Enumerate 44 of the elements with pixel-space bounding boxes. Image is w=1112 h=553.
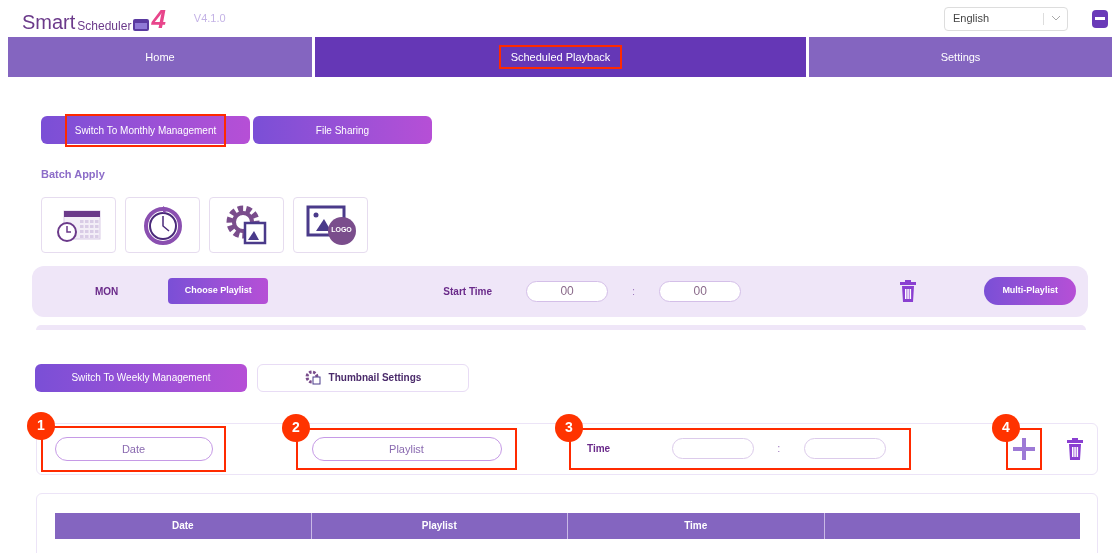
trash-icon[interactable] [1066, 437, 1084, 460]
language-select[interactable]: English [944, 6, 1068, 31]
app-logo: Smart Scheduler 4 [22, 5, 166, 32]
batch-tool-button[interactable] [41, 196, 116, 253]
highlight-frame: Scheduled Playback [498, 44, 623, 70]
day-label: MON [95, 284, 119, 299]
start-time-label: Start Time [443, 284, 493, 299]
gear-picture-icon [225, 204, 268, 245]
minute-field[interactable]: 00 [659, 280, 742, 302]
chevron-down-icon [1051, 16, 1060, 21]
nav-tab[interactable]: Scheduled Playback [315, 37, 806, 77]
nav-tab[interactable]: Home [8, 37, 312, 77]
time-label: Time [587, 442, 611, 456]
column-header: Date [170, 519, 195, 533]
gear-picture-icon [304, 370, 321, 385]
action-button[interactable]: Switch To Monthly Management [41, 116, 250, 144]
minimize-button[interactable] [1092, 9, 1108, 28]
trash-icon[interactable] [899, 280, 918, 302]
nav-tab[interactable]: Settings [809, 37, 1112, 77]
playlist-field[interactable]: Playlist [311, 436, 502, 461]
callout-number: 2 [282, 413, 310, 442]
callout-number: 1 [27, 411, 55, 440]
column-header: Playlist [310, 512, 567, 539]
section-title: Batch Apply [40, 167, 105, 182]
plus-icon[interactable] [1013, 437, 1035, 460]
time-separator: : [632, 283, 636, 299]
choose-playlist-button[interactable]: Choose Playlist [168, 278, 269, 304]
batch-tool-button[interactable] [209, 196, 284, 253]
hour-field[interactable]: 00 [526, 280, 609, 302]
minute-field[interactable] [804, 438, 887, 459]
settings-button[interactable]: Thumbnail Settings [257, 363, 469, 392]
column-header: Time [567, 512, 824, 539]
clock-icon [142, 204, 183, 245]
time-separator: : [777, 441, 781, 457]
batch-tool-button[interactable] [125, 196, 200, 253]
version-label: V4.1.0 [193, 11, 226, 27]
action-button[interactable]: File Sharing [253, 116, 432, 144]
action-button[interactable]: Switch To Weekly Management [35, 363, 247, 392]
multi-playlist-button[interactable]: Multi-Playlist [984, 277, 1077, 305]
hour-field[interactable] [672, 438, 755, 459]
callout-number: 3 [555, 413, 583, 442]
callout-number: 4 [992, 413, 1020, 442]
highlight-frame: Switch To Monthly Management [64, 113, 227, 147]
date-field[interactable]: Date [54, 436, 213, 461]
